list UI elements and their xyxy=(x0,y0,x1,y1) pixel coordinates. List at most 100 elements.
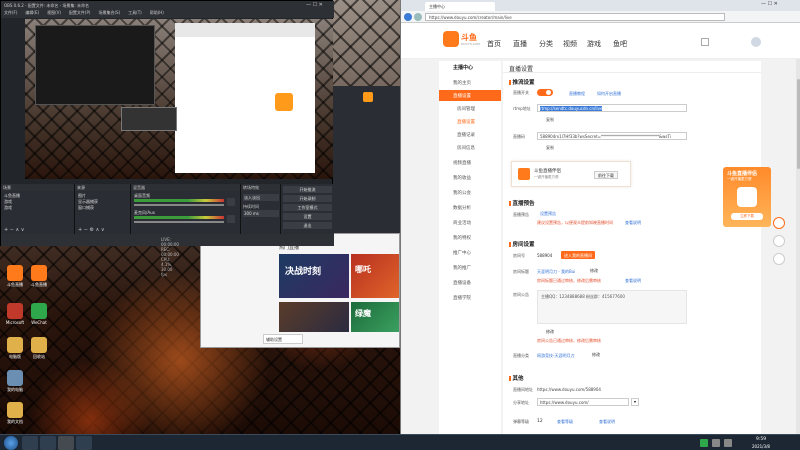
enter-room-button[interactable]: 进入我的直播间 xyxy=(561,251,595,259)
source-item[interactable]: 窗口捕获 xyxy=(78,205,94,211)
sidebar-item-live-record[interactable]: 直播记录 xyxy=(439,129,501,140)
window-controls[interactable]: — ☐ ✕ xyxy=(761,1,799,10)
sidebar-item-live-settings-sub[interactable]: 直播设置 xyxy=(439,116,501,127)
taskbar-date[interactable]: 2021/3/8 xyxy=(752,444,770,449)
back-icon[interactable] xyxy=(404,13,412,21)
speaker-icon[interactable] xyxy=(227,198,235,206)
taskbar-app-explorer[interactable] xyxy=(22,436,38,450)
browser-tab[interactable]: 主播中心 xyxy=(425,2,495,11)
danmu-level-link[interactable]: 查看等级 xyxy=(557,419,573,425)
duration-input[interactable]: 300 ms xyxy=(243,210,279,217)
nav-yuba[interactable]: 鱼吧 xyxy=(613,39,627,49)
sidebar-item-video-live[interactable]: 视频直播 xyxy=(439,157,501,168)
copy-code-button[interactable]: 复制 xyxy=(543,144,557,152)
desktop-icon-douyu[interactable]: 斗鱼直播 xyxy=(2,265,28,288)
scene-item[interactable]: 游戏 xyxy=(4,205,12,211)
menu-profile[interactable]: 配置文件(P) xyxy=(69,10,91,15)
nav-game[interactable]: 游戏 xyxy=(587,39,601,49)
obs-preview[interactable] xyxy=(25,19,333,179)
preview-help-link[interactable]: 查看说明 xyxy=(625,220,641,226)
transition-select[interactable]: 淡入淡出 xyxy=(243,194,279,201)
speaker-icon[interactable] xyxy=(227,215,235,223)
download-button[interactable]: 前往下载 xyxy=(594,171,618,179)
edit-notice-button[interactable]: 修改 xyxy=(543,328,557,336)
rtmp-input[interactable]: rtmp://sendtc.douyucdn.cn/live xyxy=(537,104,687,112)
edit-category-button[interactable]: 修改 xyxy=(589,351,603,359)
start-button[interactable] xyxy=(4,436,18,450)
studio-mode-button[interactable]: 工作室模式 xyxy=(283,204,332,211)
menu-help[interactable]: 帮助(H) xyxy=(150,10,164,15)
source-add-remove[interactable]: + − ⚙ ∧ ∨ xyxy=(78,227,105,233)
desktop-icon-wechat[interactable]: WeChat xyxy=(26,303,52,325)
promo-banner-4[interactable]: 绿魔 xyxy=(351,302,399,332)
taskbar-clock[interactable]: 9:59 xyxy=(756,437,766,442)
menu-edit[interactable]: 编辑(E) xyxy=(25,10,39,15)
exit-button[interactable]: 退出 xyxy=(283,222,332,229)
taskbar-app-obs[interactable] xyxy=(40,436,56,450)
desktop-icon-douyu-2[interactable]: 斗鱼直播 xyxy=(26,265,52,288)
desktop-icon-documents[interactable]: 我的文档 xyxy=(2,402,28,425)
promo-banner-3[interactable] xyxy=(279,302,349,332)
volume-icon[interactable] xyxy=(712,439,720,447)
share-input[interactable]: https://www.douyu.com/ xyxy=(537,398,629,406)
sidebar-item-room-manage[interactable]: 房间管理 xyxy=(439,103,501,114)
sidebar-item-promo-center[interactable]: 推广中心 xyxy=(439,247,501,258)
nav-live[interactable]: 直播 xyxy=(513,39,527,49)
start-streaming-button[interactable]: 开始推流 xyxy=(283,186,332,193)
edit-title-button[interactable]: 修改 xyxy=(587,267,601,275)
menu-view[interactable]: 视图(V) xyxy=(47,10,61,15)
taskbar-app-douyu[interactable] xyxy=(58,436,74,450)
sidebar-item-my-promo[interactable]: 我的推广 xyxy=(439,262,501,273)
sidebar-item-my-home[interactable]: 我的主页 xyxy=(439,77,501,88)
settings-button[interactable]: 辅助设置 xyxy=(263,334,303,344)
avatar[interactable] xyxy=(751,37,761,47)
desktop-icon-folder[interactable]: 电脑版 xyxy=(2,337,28,360)
address-bar[interactable]: https://www.douyu.com/creator/main/live xyxy=(425,13,725,21)
menu-file[interactable]: 文件(F) xyxy=(4,10,17,15)
sidebar-item-data-analysis[interactable]: 数据分析 xyxy=(439,202,501,213)
sidebar-item-business[interactable]: 商业活动 xyxy=(439,217,501,228)
volume-slider[interactable] xyxy=(134,221,224,223)
menu-scene-collection[interactable]: 场景集合(S) xyxy=(98,10,120,15)
desktop-icon-computer[interactable]: 我的电脑 xyxy=(2,370,28,393)
nav-video[interactable]: 视频 xyxy=(563,39,577,49)
promo-download-button[interactable]: 立即下载 xyxy=(731,213,763,220)
sidebar-item-privileges[interactable]: 我的特权 xyxy=(439,232,501,243)
danmu-help-link[interactable]: 查看说明 xyxy=(599,419,615,425)
volume-slider[interactable] xyxy=(134,204,224,206)
network-icon[interactable] xyxy=(724,439,732,447)
forward-icon[interactable] xyxy=(414,13,422,21)
title-help-link[interactable]: 查看说明 xyxy=(625,278,641,284)
menu-tools[interactable]: 工具(T) xyxy=(128,10,142,15)
set-preview-button[interactable]: 设置预告 xyxy=(537,210,559,218)
window-controls[interactable]: — ☐ ✕ xyxy=(306,2,333,9)
floating-promo[interactable]: 斗鱼直播伴侣 一键开播更方便 立即下载 xyxy=(723,167,771,227)
sidebar-item-my-guild[interactable]: 我的公会 xyxy=(439,187,501,198)
category-value[interactable]: 网游竞技-天涯明月刀 xyxy=(537,353,574,359)
dropdown-icon[interactable]: ▾ xyxy=(631,398,639,406)
notice-textarea[interactable]: 主播QQ：1234888688 粉丝群：415677600 xyxy=(537,290,687,324)
tutorial-link[interactable]: 直播教程 xyxy=(569,91,585,97)
nav-category[interactable]: 分类 xyxy=(539,39,553,49)
sidebar-item-my-earnings[interactable]: 我的收益 xyxy=(439,172,501,183)
sidebar-item-academy[interactable]: 直播学院 xyxy=(439,292,501,303)
sidebar-item-room-info[interactable]: 房间信息 xyxy=(439,142,501,153)
desktop-icon-folder-2[interactable]: 回收站 xyxy=(26,337,52,360)
tray-icon[interactable] xyxy=(700,439,708,447)
promo-banner-2[interactable]: 哪吒 xyxy=(351,254,399,298)
taskbar-app-browser[interactable] xyxy=(76,436,92,450)
start-recording-button[interactable]: 开始录制 xyxy=(283,195,332,202)
nav-home[interactable]: 首页 xyxy=(487,39,501,49)
scrollbar[interactable] xyxy=(796,59,800,434)
stream-code-input[interactable]: 588904rx1l7Hf33b?wsSecret=**************… xyxy=(537,132,687,140)
live-toggle[interactable] xyxy=(537,89,553,96)
copy-rtmp-button[interactable]: 复制 xyxy=(543,116,557,124)
upload-icon[interactable] xyxy=(773,235,785,247)
promo-banner-1[interactable]: 决战时刻 xyxy=(279,254,349,298)
history-icon[interactable] xyxy=(701,38,709,46)
sidebar-item-devices[interactable]: 直播设备 xyxy=(439,277,501,288)
float-tool-icon[interactable] xyxy=(773,217,785,229)
scene-add-remove[interactable]: + − ∧ ∨ xyxy=(4,227,24,233)
settings-icon[interactable] xyxy=(773,253,785,265)
desktop-icon-microsoft[interactable]: Microsoft xyxy=(2,303,28,325)
